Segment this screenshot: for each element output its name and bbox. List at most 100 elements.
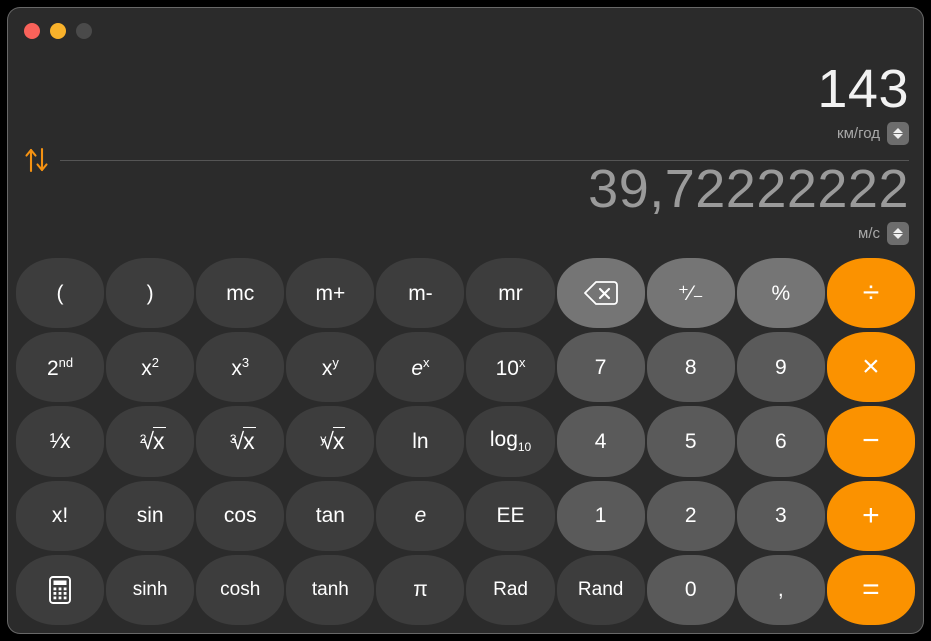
key-e-to-the-x[interactable]: ex [376, 332, 465, 403]
key-memory-subtract[interactable]: m- [376, 258, 465, 329]
key-random[interactable]: Rand [556, 554, 645, 625]
key-cube-root[interactable]: 3 √x [196, 406, 285, 477]
key-label: ÷ [862, 276, 880, 310]
key-divide[interactable]: ÷ [826, 258, 915, 329]
key-cosine[interactable]: cos [196, 480, 285, 551]
key-label: x2 [141, 354, 159, 380]
key-digit-2[interactable]: 2 [646, 480, 735, 551]
key-label: 10x [495, 354, 526, 380]
key-x-to-the-y[interactable]: xy [286, 332, 375, 403]
primary-unit-row: км/год [817, 122, 909, 145]
primary-unit-stepper[interactable] [887, 122, 909, 145]
key-exponent-ee[interactable]: EE [466, 480, 555, 551]
secondary-display-value: 39,72222222 [588, 159, 909, 219]
calculator-icon [49, 575, 71, 604]
key-plus-minus[interactable]: ⁺⁄₋ [646, 258, 735, 329]
key-square-root[interactable]: 2 √x [106, 406, 195, 477]
key-label: Rand [577, 579, 624, 601]
key-equals[interactable]: = [826, 554, 915, 625]
key-radians[interactable]: Rad [466, 554, 555, 625]
calculator-window: 1 4 3 км/год 39,72222222 м/с () mc m+ m- … [8, 8, 923, 633]
key-label: tanh [311, 579, 349, 601]
close-window-button[interactable] [24, 23, 40, 39]
key-label: 2 [684, 504, 697, 528]
key-memory-clear[interactable]: mc [196, 258, 285, 329]
key-label: xy [321, 354, 339, 380]
key-x-cubed[interactable]: x3 [196, 332, 285, 403]
key-sine[interactable]: sin [106, 480, 195, 551]
key-digit-6[interactable]: 6 [736, 406, 825, 477]
key-percent[interactable]: % [736, 258, 825, 329]
key-close-paren[interactable]: ) [106, 258, 195, 329]
key-reciprocal[interactable]: ¹⁄x [16, 406, 105, 477]
key-digit-7[interactable]: 7 [556, 332, 645, 403]
key-digit-8[interactable]: 8 [646, 332, 735, 403]
key-digit-1[interactable]: 1 [556, 480, 645, 551]
secondary-unit-stepper[interactable] [887, 222, 909, 245]
chevron-up-icon [893, 128, 903, 133]
key-decimal-separator[interactable]: , [736, 554, 825, 625]
key-digit-3[interactable]: 3 [736, 480, 825, 551]
key-label: 7 [594, 355, 607, 379]
key-natural-log[interactable]: ln [376, 406, 465, 477]
key-label: 2 √x [139, 426, 166, 454]
key-log-base-10[interactable]: log10 [466, 406, 555, 477]
key-ten-to-the-x[interactable]: 10x [466, 332, 555, 403]
key-label: ex [411, 354, 430, 380]
display-area: 143 км/год 39,72222222 м/с [8, 48, 923, 254]
key-euler-e[interactable]: e [376, 480, 465, 551]
key-hyperbolic-tangent[interactable]: tanh [286, 554, 375, 625]
key-label: ¹⁄x [49, 429, 71, 453]
key-label: mc [226, 281, 255, 305]
key-label: 9 [775, 355, 787, 379]
key-label: x3 [231, 354, 250, 380]
secondary-unit-label: м/с [858, 225, 880, 242]
key-pi[interactable]: π [376, 554, 465, 625]
key-label: ( [56, 281, 64, 305]
key-label: 2nd [46, 354, 74, 380]
key-label: 1 [594, 504, 607, 528]
key-memory-recall[interactable]: mr [466, 258, 555, 329]
key-tangent[interactable]: tan [286, 480, 375, 551]
backspace-delete-icon [583, 280, 618, 306]
key-label: x! [51, 504, 69, 528]
key-memory-add[interactable]: m+ [286, 258, 375, 329]
key-digit-5[interactable]: 5 [646, 406, 735, 477]
key-hyperbolic-sine[interactable]: sinh [106, 554, 195, 625]
key-label: mr [498, 281, 523, 305]
key-subtract[interactable]: − [826, 406, 915, 477]
key-label: ln [412, 429, 429, 453]
key-y-root[interactable]: y √x [286, 406, 375, 477]
secondary-display: 39,72222222 м/с [588, 160, 909, 245]
key-add[interactable]: + [826, 480, 915, 551]
chevron-down-icon [893, 134, 903, 139]
key-label: % [771, 281, 791, 305]
key-label: + [862, 498, 880, 532]
key-label: 0 [684, 578, 697, 602]
key-open-paren[interactable]: ( [16, 258, 105, 329]
chevron-down-icon [893, 234, 903, 239]
key-calculator-mode[interactable] [16, 554, 105, 625]
key-second-function[interactable]: 2nd [16, 332, 105, 403]
key-digit-0[interactable]: 0 [646, 554, 735, 625]
primary-display: 143 км/год [817, 60, 909, 145]
key-label: log10 [489, 428, 532, 455]
key-factorial[interactable]: x! [16, 480, 105, 551]
key-label: − [862, 424, 880, 458]
secondary-unit-row: м/с [588, 222, 909, 245]
zoom-window-button [76, 23, 92, 39]
key-label: cosh [220, 579, 261, 601]
key-digit-4[interactable]: 4 [556, 406, 645, 477]
key-x-squared[interactable]: x2 [106, 332, 195, 403]
swap-vertical-icon[interactable] [22, 146, 52, 174]
key-label: = [862, 572, 880, 606]
minimize-window-button[interactable] [50, 23, 66, 39]
keypad: () mc m+ m-mr ⁺⁄₋% ÷ 2nd x2 x3 xy ex 10x 7 8 9 × ¹⁄x 2 √x 3… [16, 258, 915, 625]
key-delete[interactable] [556, 258, 645, 329]
key-hyperbolic-cosine[interactable]: cosh [196, 554, 285, 625]
primary-unit-label: км/год [837, 125, 880, 142]
key-label: π [413, 578, 428, 602]
chevron-up-icon [893, 228, 903, 233]
key-multiply[interactable]: × [826, 332, 915, 403]
key-digit-9[interactable]: 9 [736, 332, 825, 403]
